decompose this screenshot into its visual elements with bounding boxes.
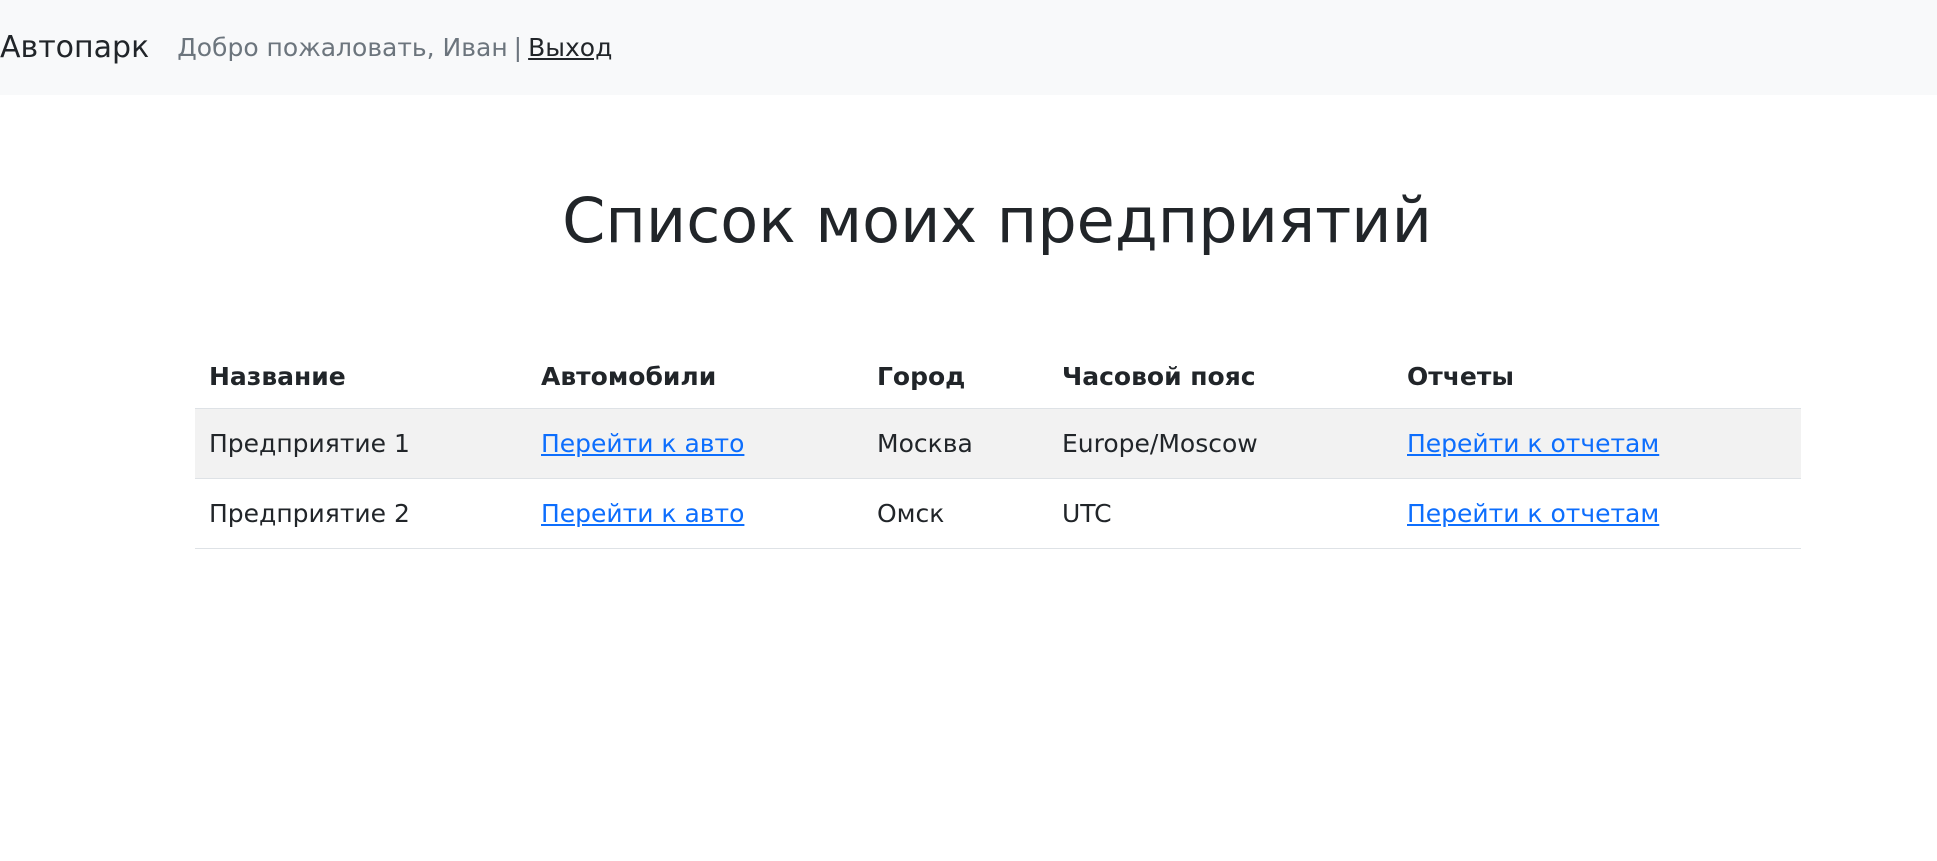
reports-cell: Перейти к отчетам (1393, 408, 1801, 479)
header-timezone: Часовой пояс (1048, 344, 1393, 409)
cars-link[interactable]: Перейти к авто (541, 499, 744, 528)
reports-cell: Перейти к отчетам (1393, 478, 1801, 549)
enterprises-table: Название Автомобили Город Часовой пояс О… (195, 344, 1801, 549)
navbar: Автопарк Добро пожаловать, Иван | Выход (0, 0, 1937, 95)
welcome-text: Добро пожаловать, Иван (177, 33, 508, 62)
table-header-row: Название Автомобили Город Часовой пояс О… (195, 344, 1801, 409)
welcome-area: Добро пожаловать, Иван | Выход (177, 33, 612, 62)
cars-cell: Перейти к авто (527, 408, 863, 479)
timezone-cell: Europe/Moscow (1048, 408, 1393, 479)
header-city: Город (863, 344, 1048, 409)
table-row: Предприятие 1 Перейти к авто Москва Euro… (195, 408, 1801, 479)
enterprise-name: Предприятие 2 (195, 478, 527, 549)
cars-link[interactable]: Перейти к авто (541, 429, 744, 458)
brand-link[interactable]: Автопарк (0, 30, 149, 65)
enterprise-name: Предприятие 1 (195, 408, 527, 479)
timezone-cell: UTC (1048, 478, 1393, 549)
logout-link[interactable]: Выход (528, 33, 612, 62)
table-row: Предприятие 2 Перейти к авто Омск UTC Пе… (195, 478, 1801, 549)
cars-cell: Перейти к авто (527, 478, 863, 549)
header-name: Название (195, 344, 527, 409)
separator: | (513, 33, 523, 62)
header-reports: Отчеты (1393, 344, 1801, 409)
reports-link[interactable]: Перейти к отчетам (1407, 429, 1659, 458)
header-cars: Автомобили (527, 344, 863, 409)
city-cell: Омск (863, 478, 1048, 549)
city-cell: Москва (863, 408, 1048, 479)
page-title: Список моих предприятий (562, 184, 1432, 257)
reports-link[interactable]: Перейти к отчетам (1407, 499, 1659, 528)
